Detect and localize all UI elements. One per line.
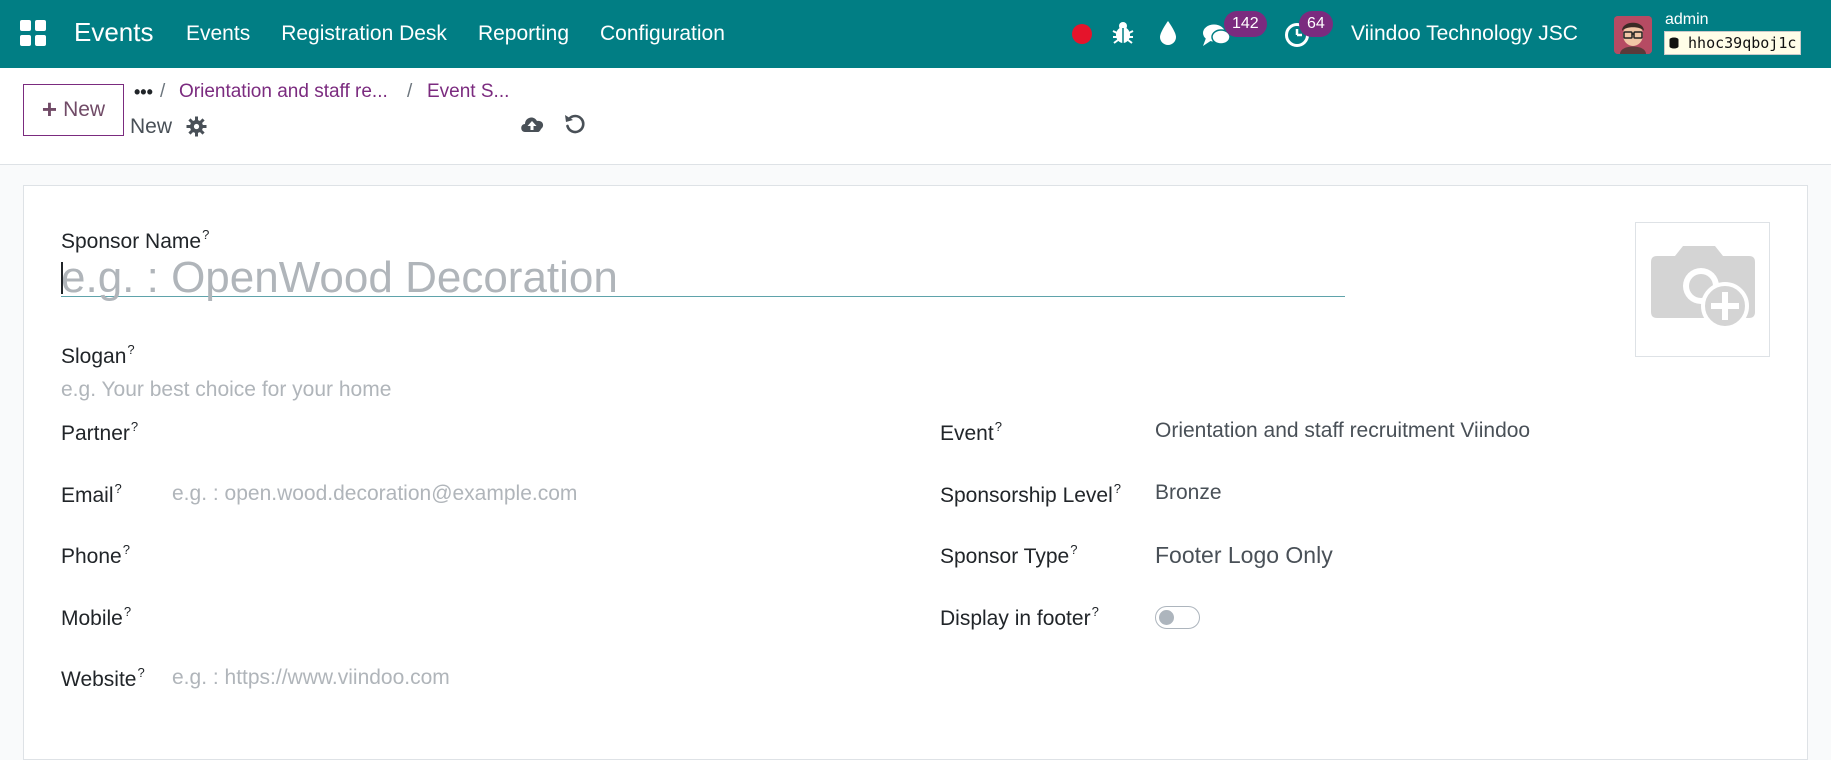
menu-item-registration-desk[interactable]: Registration Desk bbox=[281, 22, 447, 46]
plus-icon: + bbox=[41, 94, 58, 124]
app-brand[interactable]: Events bbox=[74, 17, 154, 48]
help-icon[interactable]: ? bbox=[137, 665, 144, 680]
text-cursor bbox=[61, 262, 63, 294]
database-label: hhoc39qboj1c bbox=[1688, 34, 1797, 52]
website-input[interactable]: e.g. : https://www.viindoo.com bbox=[172, 666, 450, 690]
sponsor-image-upload[interactable] bbox=[1635, 222, 1770, 357]
slogan-label: Slogan? bbox=[61, 342, 135, 368]
event-field[interactable]: Orientation and staff recruitment Viindo… bbox=[1155, 419, 1530, 443]
sponsor-type-select[interactable]: Footer Logo Only bbox=[1155, 542, 1333, 569]
activity-count-badge: 64 bbox=[1299, 11, 1333, 37]
help-icon[interactable]: ? bbox=[1092, 604, 1099, 619]
sponsor-name-input[interactable]: e.g. : OpenWood Decoration bbox=[61, 253, 1345, 302]
discard-icon[interactable] bbox=[563, 112, 587, 136]
help-icon[interactable]: ? bbox=[995, 419, 1002, 434]
sponsorship-level-label: Sponsorship Level? bbox=[940, 481, 1122, 507]
database-icon bbox=[1669, 37, 1679, 49]
mobile-input[interactable] bbox=[172, 598, 912, 632]
breadcrumb-more-button[interactable]: ••• bbox=[134, 82, 153, 103]
drop-icon[interactable] bbox=[1158, 20, 1178, 46]
help-icon[interactable]: ? bbox=[115, 481, 122, 496]
breadcrumb-separator: / bbox=[407, 81, 413, 102]
website-label: Website? bbox=[61, 665, 145, 691]
control-panel: + New ••• / Orientation and staff re... … bbox=[0, 68, 1831, 165]
phone-label: Phone? bbox=[61, 542, 130, 568]
partner-input[interactable] bbox=[172, 414, 912, 448]
breadcrumb-separator: / bbox=[160, 81, 166, 102]
sponsor-name-label: Sponsor Name? bbox=[61, 227, 210, 253]
chat-count-badge: 142 bbox=[1224, 11, 1267, 37]
sponsorship-level-field[interactable]: Bronze bbox=[1155, 481, 1222, 505]
sponsor-type-label: Sponsor Type? bbox=[940, 542, 1078, 568]
user-name[interactable]: admin bbox=[1665, 11, 1709, 29]
bug-icon[interactable] bbox=[1112, 21, 1134, 45]
mobile-label: Mobile? bbox=[61, 604, 132, 630]
phone-input[interactable] bbox=[172, 536, 912, 570]
user-avatar[interactable] bbox=[1614, 16, 1652, 54]
top-navbar: Events Events Registration Desk Reportin… bbox=[0, 0, 1831, 68]
slogan-input[interactable]: e.g. Your best choice for your home bbox=[61, 378, 391, 402]
camera-add-icon bbox=[1651, 246, 1755, 330]
menu-item-configuration[interactable]: Configuration bbox=[600, 22, 725, 46]
help-icon[interactable]: ? bbox=[1114, 481, 1121, 496]
breadcrumb-sponsors[interactable]: Event S... bbox=[427, 81, 509, 103]
email-label: Email? bbox=[61, 481, 122, 507]
main-menu: Events Registration Desk Reporting Confi… bbox=[186, 22, 725, 46]
form-sheet: Sponsor Name? e.g. : OpenWood Decoration… bbox=[23, 185, 1808, 760]
database-name: hhoc39qboj1c bbox=[1664, 31, 1802, 55]
help-icon[interactable]: ? bbox=[1070, 542, 1077, 557]
cloud-upload-icon[interactable] bbox=[519, 113, 545, 135]
display-in-footer-label: Display in footer? bbox=[940, 604, 1099, 630]
menu-item-events[interactable]: Events bbox=[186, 22, 250, 46]
menu-item-reporting[interactable]: Reporting bbox=[478, 22, 569, 46]
display-in-footer-toggle[interactable] bbox=[1155, 606, 1200, 629]
breadcrumb-event[interactable]: Orientation and staff re... bbox=[179, 81, 388, 103]
apps-menu-icon[interactable] bbox=[20, 20, 46, 46]
new-record-button[interactable]: + New bbox=[23, 84, 124, 136]
new-button-label: New bbox=[63, 98, 106, 121]
sponsor-name-placeholder: e.g. : OpenWood Decoration bbox=[61, 253, 618, 302]
help-icon[interactable]: ? bbox=[202, 227, 209, 242]
help-icon[interactable]: ? bbox=[123, 542, 130, 557]
record-title: New bbox=[130, 115, 173, 138]
gear-icon[interactable] bbox=[186, 116, 207, 137]
event-label: Event? bbox=[940, 419, 1002, 445]
partner-label: Partner? bbox=[61, 419, 139, 445]
help-icon[interactable]: ? bbox=[124, 604, 131, 619]
recording-dot-icon[interactable] bbox=[1072, 24, 1092, 44]
help-icon[interactable]: ? bbox=[131, 419, 138, 434]
help-icon[interactable]: ? bbox=[127, 342, 134, 357]
company-switcher[interactable]: Viindoo Technology JSC bbox=[1351, 22, 1578, 46]
email-input[interactable]: e.g. : open.wood.decoration@example.com bbox=[172, 482, 577, 506]
